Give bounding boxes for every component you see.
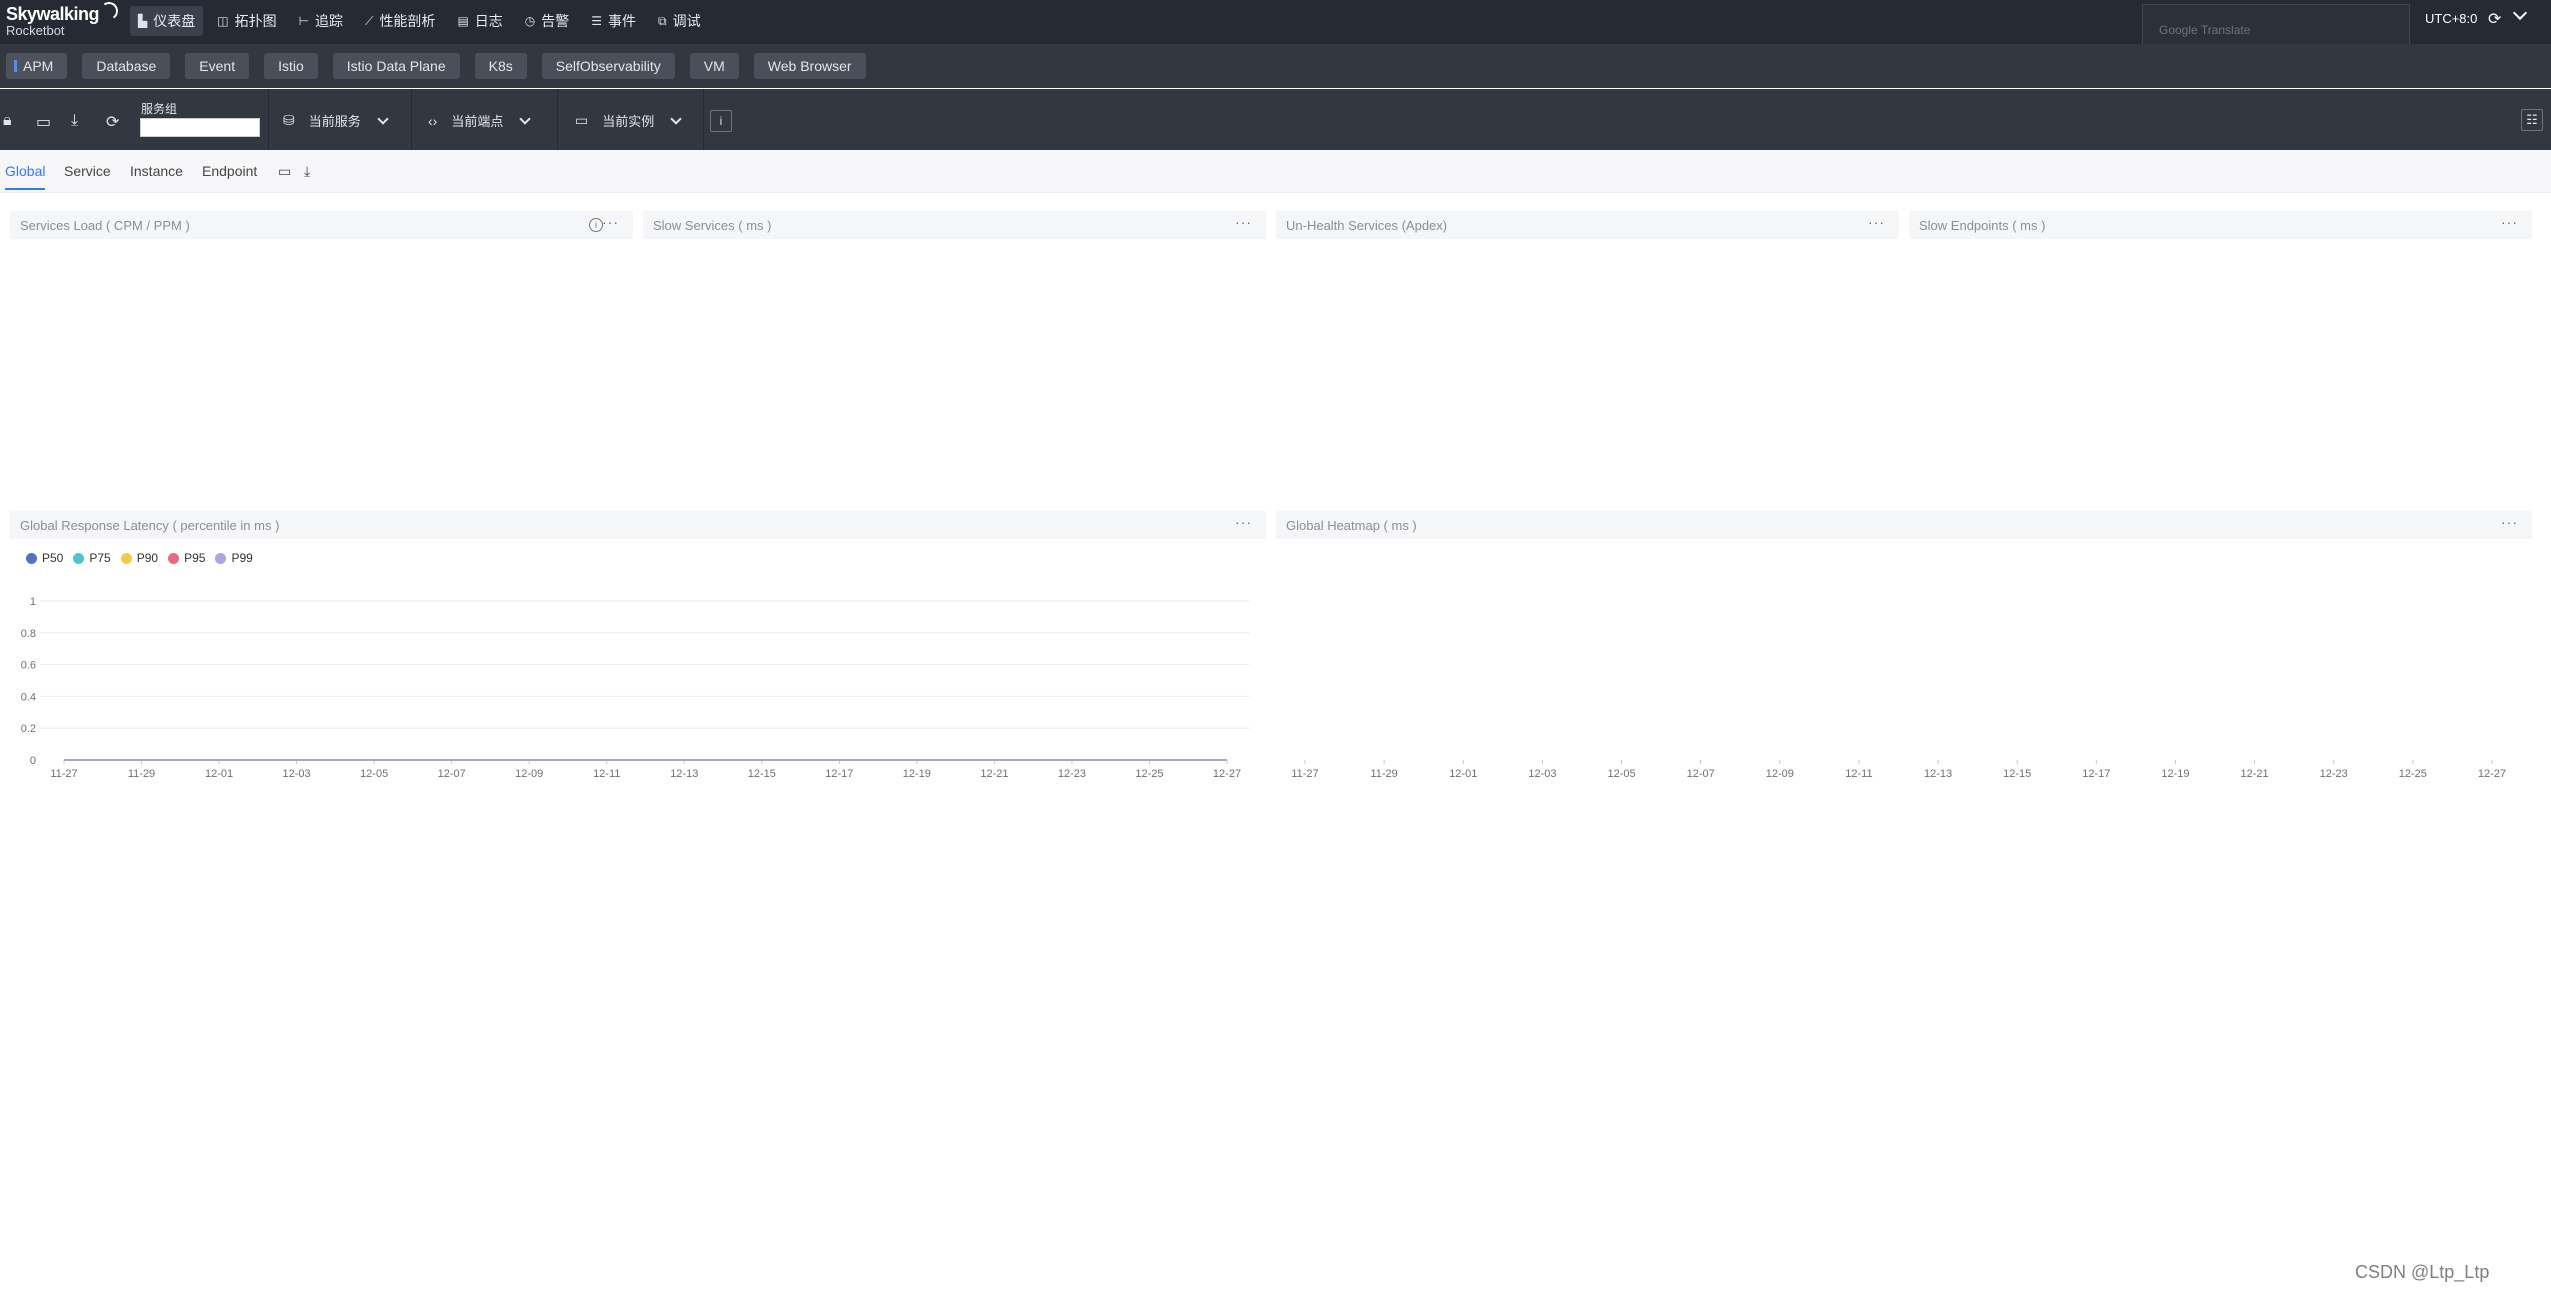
x-tick-label: 12-13	[1924, 768, 1952, 780]
x-tick-label: 12-15	[2003, 768, 2031, 780]
x-tick-label: 12-15	[748, 768, 776, 780]
x-tick-label: 12-25	[1135, 768, 1163, 780]
x-tick-label: 12-21	[980, 768, 1008, 780]
x-tick-label: 12-25	[2399, 768, 2427, 780]
watermark: CSDN @Ltp_Ltp	[2355, 1262, 2490, 1282]
x-tick-label: 12-19	[2161, 768, 2189, 780]
x-tick-label: 11-27	[50, 768, 77, 780]
x-tick-label: 12-23	[2320, 768, 2348, 780]
charts-canvas: 0 0.2 0.4 0.6 0.8 1 11-27 11-29 12-01 12-03 12-05 1…	[21, 596, 2506, 780]
x-tick-label: 12-13	[670, 768, 698, 780]
x-tick-label: 12-17	[825, 768, 853, 780]
y-tick-label: 0.2	[21, 723, 36, 735]
x-tick-label: 12-11	[593, 768, 620, 780]
x-tick-label: 12-09	[1766, 768, 1794, 780]
y-tick-label: 0.6	[21, 660, 36, 672]
x-tick-label: 12-27	[2478, 768, 2506, 780]
y-tick-label: 0.8	[21, 628, 36, 640]
y-tick-label: 0.4	[21, 691, 36, 703]
x-tick-label: 12-09	[515, 768, 543, 780]
x-tick-label: 11-29	[1370, 768, 1397, 780]
x-tick-label: 12-19	[903, 768, 931, 780]
x-tick-label: 12-21	[2241, 768, 2269, 780]
x-tick-label: 12-03	[1528, 768, 1556, 780]
x-tick-label: 11-29	[128, 768, 155, 780]
x-tick-label: 12-01	[205, 768, 233, 780]
y-tick-label: 0	[30, 755, 36, 767]
x-tick-label: 12-07	[1687, 768, 1715, 780]
x-tick-label: 12-11	[1845, 768, 1872, 780]
x-tick-label: 12-27	[1213, 768, 1241, 780]
x-tick-label: 12-07	[438, 768, 466, 780]
x-tick-label: 12-05	[1607, 768, 1635, 780]
x-tick-label: 12-17	[2082, 768, 2110, 780]
y-tick-label: 1	[30, 596, 36, 608]
x-tick-label: 12-23	[1058, 768, 1086, 780]
x-tick-label: 12-03	[283, 768, 311, 780]
x-tick-label: 12-05	[360, 768, 388, 780]
x-tick-label: 12-01	[1449, 768, 1477, 780]
x-tick-label: 11-27	[1291, 768, 1318, 780]
